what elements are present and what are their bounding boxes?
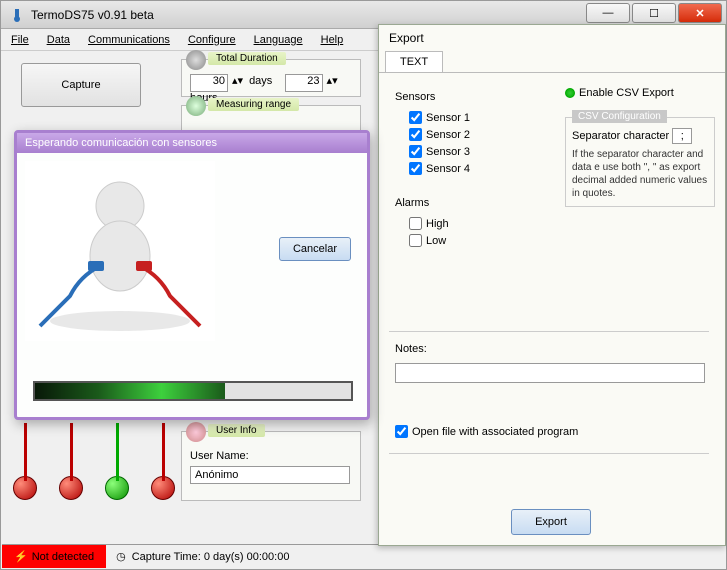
sensor2-label: Sensor 2 [426, 129, 470, 141]
notes-label: Notes: [395, 343, 705, 355]
progress-bar [33, 381, 353, 401]
divider [389, 453, 709, 454]
window-title: TermoDS75 v0.91 beta [31, 8, 154, 22]
user-name-input[interactable] [190, 466, 350, 484]
user-info-group: User Info User Name: [181, 431, 361, 501]
menu-configure[interactable]: Configure [188, 34, 236, 46]
enable-csv-radio[interactable]: Enable CSV Export [565, 87, 674, 99]
notes-input[interactable] [395, 363, 705, 383]
alarm-low-label: Low [426, 235, 446, 247]
status-bar: ⚡ Not detected ◷ Capture Time: 0 day(s) … [2, 544, 725, 568]
sensor4-label: Sensor 4 [426, 163, 470, 175]
progress-fill [35, 383, 225, 399]
days-spinner[interactable]: 30 [190, 74, 228, 92]
plug-icon: ⚡ [14, 550, 28, 563]
user-info-label: User Info [208, 424, 265, 437]
alarm-high-label: High [426, 218, 449, 230]
menu-data[interactable]: Data [47, 34, 70, 46]
csv-config-label: CSV Configuration [572, 110, 667, 123]
sensor1-checkbox[interactable] [409, 111, 422, 124]
user-name-label: User Name: [190, 450, 352, 462]
clock-icon [186, 96, 206, 116]
cancel-button[interactable]: Cancelar [279, 237, 351, 261]
menu-communications[interactable]: Communications [88, 34, 170, 46]
enable-csv-label: Enable CSV Export [579, 87, 674, 99]
radio-dot-icon [565, 88, 575, 98]
export-body: Sensors Sensor 1 Sensor 2 Sensor 3 Senso… [379, 73, 725, 269]
maximize-button[interactable]: ☐ [632, 3, 676, 23]
separator-label: Separator character [572, 130, 669, 142]
export-panel: Export TEXT Sensors Sensor 1 Sensor 2 Se… [378, 24, 726, 546]
menu-language[interactable]: Language [254, 34, 303, 46]
duration-label: Total Duration [208, 52, 286, 65]
sensor3-label: Sensor 3 [426, 146, 470, 158]
open-file-checkbox[interactable] [395, 425, 408, 438]
csv-help-text: If the separator character and data e us… [572, 148, 708, 200]
export-tabs: TEXT [379, 51, 725, 73]
menu-file[interactable]: File [11, 34, 29, 46]
sensor1-label: Sensor 1 [426, 112, 470, 124]
minimize-button[interactable]: — [586, 3, 630, 23]
total-duration-group: Total Duration 30▴▾ days 23▴▾ hours [181, 59, 361, 97]
alarm-low-checkbox[interactable] [409, 234, 422, 247]
open-file-label: Open file with associated program [412, 426, 578, 438]
export-button[interactable]: Export [511, 509, 591, 535]
hours-spinner[interactable]: 23 [285, 74, 323, 92]
stopwatch-icon: ◷ [116, 550, 126, 563]
days-spin-buttons[interactable]: ▴▾ [232, 74, 246, 92]
sensor-indicators: T 1 T 2 T 3 T 4 [13, 411, 175, 500]
days-unit: days [249, 75, 272, 87]
tab-text[interactable]: TEXT [385, 51, 443, 72]
hours-spin-buttons[interactable]: ▴▾ [327, 74, 341, 92]
csv-config-group: CSV Configuration Separator character If… [565, 117, 715, 207]
clock-icon [186, 50, 206, 70]
range-label: Measuring range [208, 98, 299, 111]
detection-status: ⚡ Not detected [2, 545, 106, 568]
status-detect-text: Not detected [32, 551, 94, 563]
divider [389, 331, 709, 332]
separator-input[interactable] [672, 128, 692, 144]
capture-time-status: ◷ Capture Time: 0 day(s) 00:00:00 [106, 550, 299, 563]
alarm-high-checkbox[interactable] [409, 217, 422, 230]
dialog-title: Esperando comunicación con sensores [17, 133, 367, 153]
close-button[interactable]: ✕ [678, 3, 722, 23]
waiting-image [25, 161, 215, 341]
capture-button[interactable]: Capture [21, 63, 141, 107]
sensor2-checkbox[interactable] [409, 128, 422, 141]
sensor3-checkbox[interactable] [409, 145, 422, 158]
waiting-dialog: Esperando comunicación con sensores Canc… [14, 130, 370, 420]
sensor4-checkbox[interactable] [409, 162, 422, 175]
export-title: Export [379, 25, 725, 51]
capture-time-text: Capture Time: 0 day(s) 00:00:00 [132, 551, 290, 563]
menu-help[interactable]: Help [321, 34, 344, 46]
app-icon [9, 7, 25, 23]
user-icon [186, 422, 206, 442]
